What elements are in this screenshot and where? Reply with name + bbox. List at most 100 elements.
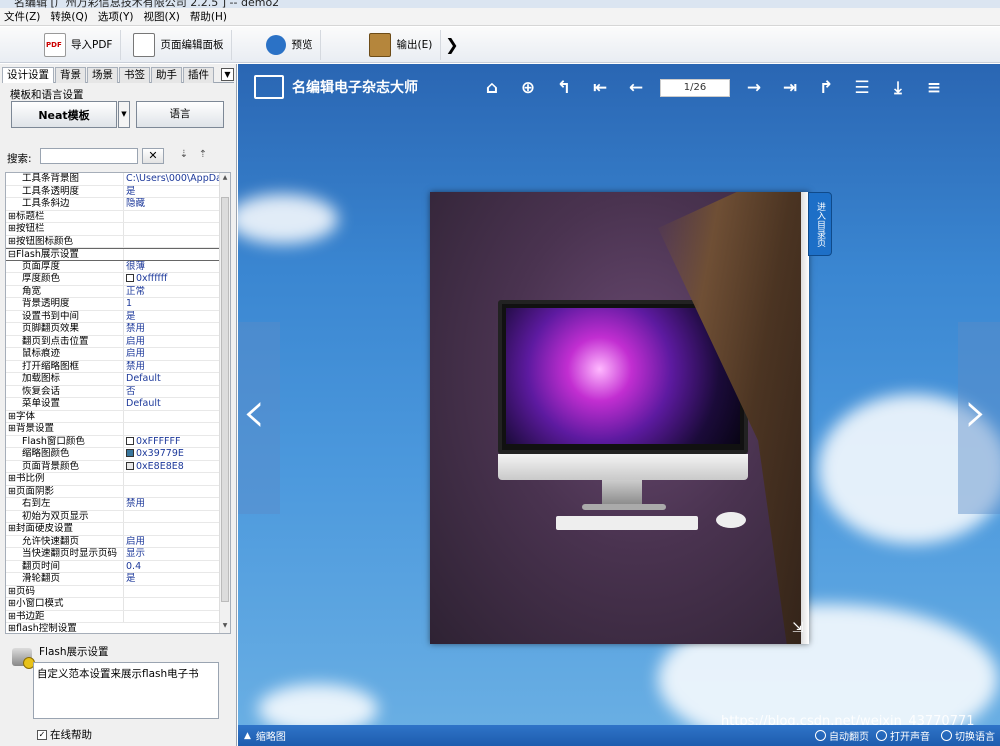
tab-bookmark[interactable]: 书签 (119, 67, 150, 83)
toolbar-more-icon[interactable]: ❯ (445, 35, 458, 54)
menu-view[interactable]: 视图(X) (143, 9, 179, 24)
property-row[interactable]: ⊞封面硬皮设置 (6, 523, 219, 536)
home-icon[interactable]: ⌂ (474, 78, 510, 98)
property-value[interactable]: 0.4 (124, 561, 219, 573)
property-value[interactable] (124, 411, 219, 423)
property-value[interactable] (124, 249, 219, 260)
property-row[interactable]: ⊞书边距 (6, 610, 219, 623)
property-row[interactable]: ⊞页面阴影 (6, 485, 219, 498)
template-dropdown-icon[interactable]: ▼ (118, 101, 130, 128)
property-value[interactable]: 隐藏 (124, 198, 219, 210)
property-row[interactable]: ⊞书比例 (6, 473, 219, 486)
property-scrollbar[interactable]: ▲ ▼ (219, 173, 230, 633)
property-row[interactable]: ⊟Flash展示设置 (6, 248, 219, 261)
property-row[interactable]: 设置书到中间是 (6, 310, 219, 323)
property-row[interactable]: Flash窗口颜色 0xFFFFFF (6, 435, 219, 448)
property-row[interactable]: 打开缩略图框 禁用 (6, 360, 219, 373)
property-row[interactable]: ⊞页码 (6, 585, 219, 598)
tabs-dropdown-icon[interactable]: ▼ (221, 68, 234, 81)
property-value[interactable]: 启用 (124, 536, 219, 548)
property-row[interactable]: 滑轮翻页是 (6, 573, 219, 586)
property-value[interactable]: 是 (124, 573, 219, 585)
property-value[interactable] (124, 236, 219, 248)
property-row[interactable]: 工具条背景图C:\Users\000\AppDat... (6, 173, 219, 186)
auto-flip-button[interactable]: 自动翻页 (815, 728, 869, 743)
property-row[interactable]: 缩略图颜色 0x39779E (6, 448, 219, 461)
property-value[interactable] (124, 586, 219, 598)
preview-button[interactable]: 预览 (258, 29, 322, 60)
download-icon[interactable]: ⤓ (880, 78, 916, 98)
sort-down-icon[interactable]: ⇣ (177, 149, 191, 163)
property-value[interactable]: 很薄 (124, 261, 219, 273)
color-swatch[interactable] (126, 436, 134, 445)
scroll-thumb[interactable] (221, 197, 229, 602)
property-row[interactable]: 加载图标 Default (6, 373, 219, 386)
previous-page-icon[interactable]: ← (618, 78, 654, 98)
color-swatch[interactable] (126, 449, 134, 457)
menu-options[interactable]: 选项(Y) (98, 9, 134, 24)
import-pdf-button[interactable]: 导入PDF (36, 29, 122, 60)
property-row[interactable]: 菜单设置 Default (6, 398, 219, 411)
property-value[interactable] (124, 486, 219, 498)
property-value[interactable]: 禁用 (124, 323, 219, 335)
property-row[interactable]: ⊞flash控制设置 (6, 623, 219, 633)
more-menu-icon[interactable]: ≡ (916, 78, 952, 98)
tab-plugins[interactable]: 插件 (183, 67, 214, 83)
property-value[interactable] (124, 211, 219, 223)
property-value[interactable]: 0xffffff (124, 273, 219, 285)
property-row[interactable]: 鼠标痕迹 启用 (6, 348, 219, 361)
property-row[interactable]: ⊞小窗口模式 (6, 598, 219, 611)
property-value[interactable] (124, 523, 219, 535)
property-row[interactable]: 页脚翻页效果 禁用 (6, 323, 219, 336)
search-input[interactable] (40, 148, 138, 164)
color-swatch[interactable] (126, 461, 134, 470)
property-value[interactable]: 0xFFFFFF (124, 436, 219, 448)
next-page-icon[interactable]: → (736, 78, 772, 98)
property-row[interactable]: 右到左 禁用 (6, 498, 219, 511)
property-value[interactable]: 启用 (124, 336, 219, 348)
language-switch-button[interactable]: 切换语言 (941, 728, 995, 743)
scroll-down-icon[interactable]: ▼ (220, 622, 230, 632)
property-value[interactable]: 是 (124, 186, 219, 198)
next-page-arrow[interactable]: › (958, 322, 1000, 514)
page-indicator[interactable]: 1/26 (660, 79, 730, 97)
first-page-icon[interactable]: ⇤ (582, 78, 618, 98)
property-row[interactable]: 翻页到点击位置 启用 (6, 335, 219, 348)
online-help-checkbox[interactable]: ✓ 在线帮助 (37, 727, 92, 742)
property-row[interactable]: 允许快速翻页 启用 (6, 535, 219, 548)
property-row[interactable]: 工具条斜边 隐藏 (6, 198, 219, 211)
property-row[interactable]: 背景透明度 1 (6, 298, 219, 311)
property-value[interactable]: 0x39779E (124, 448, 219, 460)
property-value[interactable]: 正常 (124, 286, 219, 298)
sound-button[interactable]: 打开声音 (876, 728, 930, 743)
property-row[interactable]: ⊞按钮栏 (6, 223, 219, 236)
toc-tab[interactable]: 进入目录页 (808, 192, 832, 256)
menu-help[interactable]: 帮助(H) (190, 9, 227, 24)
scroll-up-icon[interactable]: ▲ (220, 174, 230, 184)
property-value[interactable]: Default (124, 398, 219, 410)
property-row[interactable]: 角宽 正常 (6, 285, 219, 298)
language-button[interactable]: 语言 (136, 101, 224, 128)
property-value[interactable] (124, 611, 219, 623)
property-row[interactable]: 页面背景颜色 0xE8E8E8 (6, 460, 219, 473)
last-page-icon[interactable]: ⇥ (772, 78, 808, 98)
tab-background[interactable]: 背景 (55, 67, 86, 83)
property-value[interactable]: 禁用 (124, 361, 219, 373)
clear-search-button[interactable]: ✕ (142, 148, 164, 164)
undo-icon[interactable]: ↰ (546, 78, 582, 98)
template-button[interactable]: Neat模板 (11, 101, 214, 246)
property-row[interactable]: 工具条透明度是 (6, 185, 219, 198)
property-value[interactable]: 1 (124, 298, 219, 310)
property-value[interactable]: C:\Users\000\AppDat... (124, 173, 219, 185)
book-page[interactable]: ⇲ (430, 192, 809, 644)
property-value[interactable] (124, 223, 219, 235)
toc-list-icon[interactable]: ☰ (844, 78, 880, 98)
sort-up-icon[interactable]: ⇡ (196, 149, 210, 163)
property-value[interactable]: 0xE8E8E8 (124, 461, 219, 473)
tab-assistant[interactable]: 助手 (151, 67, 182, 83)
property-row[interactable]: 初始为双页显示 (6, 510, 219, 523)
property-value[interactable]: Default (124, 373, 219, 385)
property-value[interactable]: 否 (124, 386, 219, 398)
property-row[interactable]: ⊞标题栏 (6, 210, 219, 223)
zoom-in-icon[interactable]: ⊕ (510, 78, 546, 98)
